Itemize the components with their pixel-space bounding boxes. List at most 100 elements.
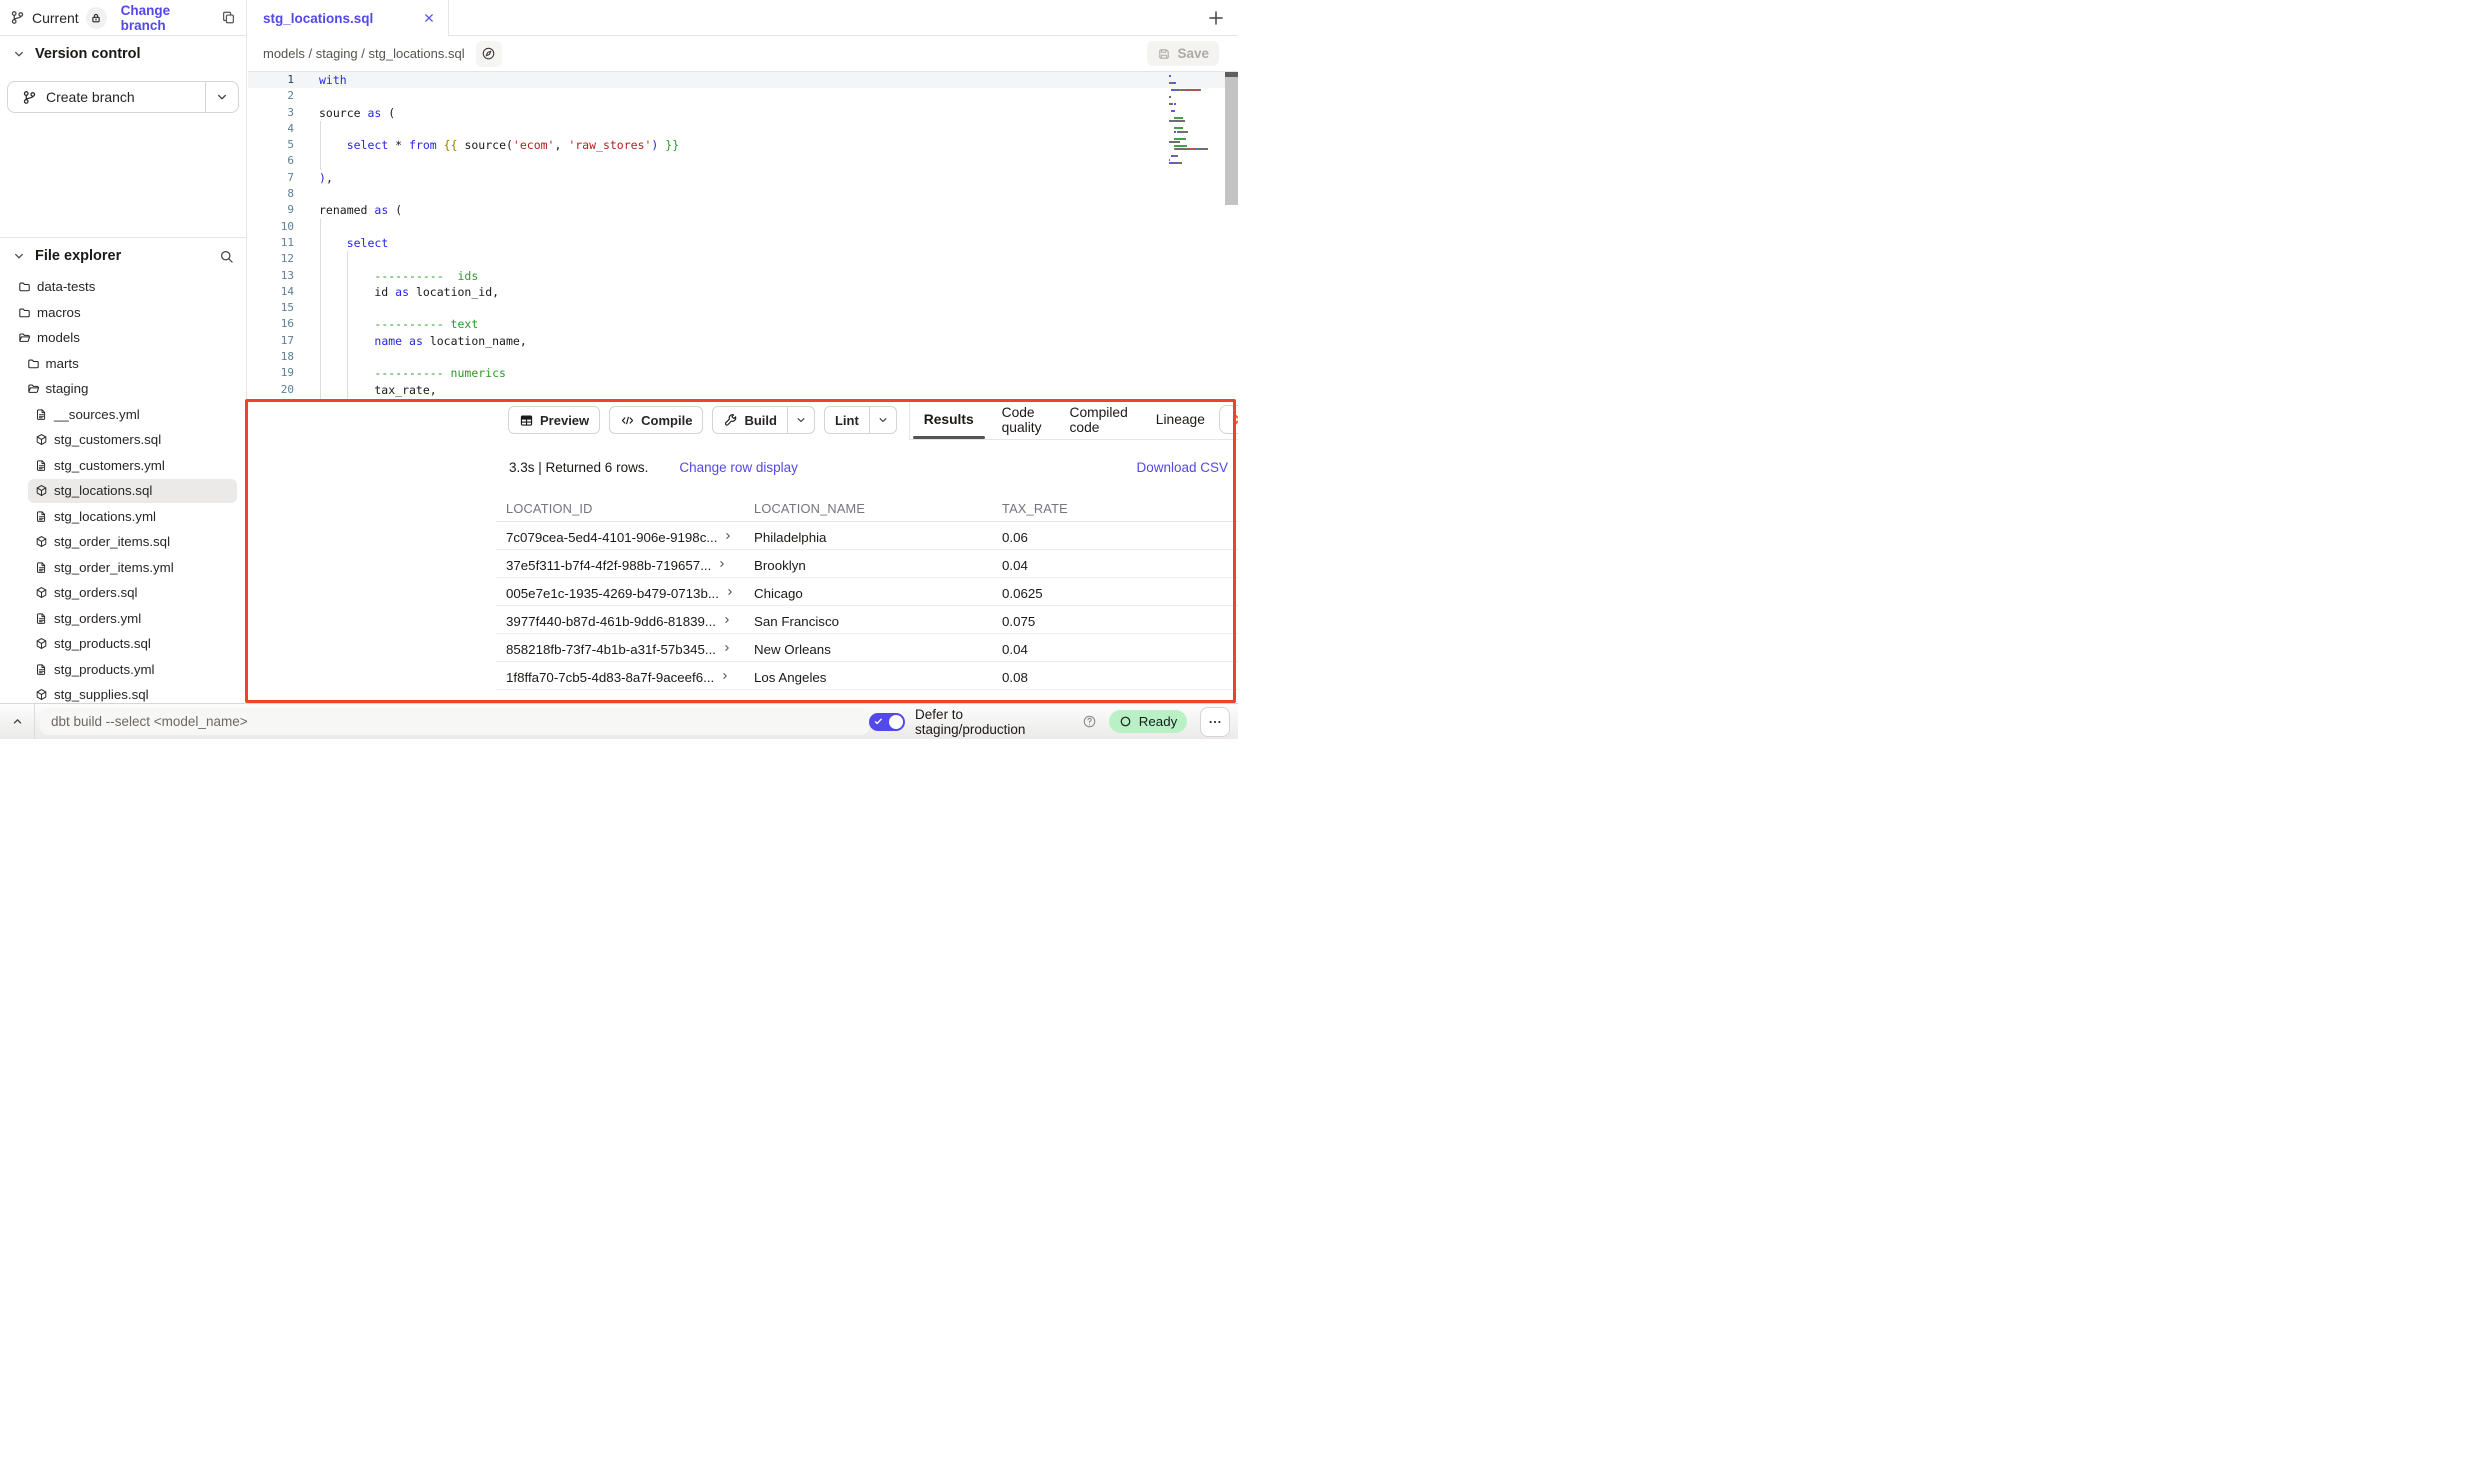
change-branch-link[interactable]: Change branch (121, 3, 214, 33)
expand-chevron-icon[interactable] (717, 559, 727, 569)
file-item-label: marts (46, 356, 79, 371)
code-line-16: ---------- text (319, 316, 679, 332)
file-item-stg-orders-yml[interactable]: stg_orders.yml (0, 606, 246, 632)
cell-location-id: 7c079cea-5ed4-4101-906e-9198c... (506, 530, 717, 545)
code-line-12 (319, 251, 679, 267)
indent-guide (320, 219, 321, 401)
search-icon[interactable] (219, 249, 234, 264)
file-item-stg-products-yml[interactable]: stg_products.yml (0, 657, 246, 683)
file-item-models[interactable]: models (0, 325, 246, 351)
cube-icon (35, 586, 48, 599)
preview-button[interactable]: Preview (508, 406, 600, 434)
file-explorer-header[interactable]: File explorer (0, 238, 246, 274)
lint-button[interactable]: Lint (824, 406, 897, 434)
file-explorer-section: File explorer data-testsmacrosmodels mart… (0, 237, 246, 708)
tab-results[interactable]: Results (910, 400, 988, 439)
file-item-macros[interactable]: macros (0, 300, 246, 326)
code-line-6 (319, 153, 679, 169)
tab-lineage[interactable]: Lineage (1142, 400, 1219, 439)
version-control-header[interactable]: Version control (0, 36, 246, 72)
code-line-11: select (319, 235, 679, 251)
results-table: LOCATION_IDLOCATION_NAMETAX_RATEOPENED_D… (496, 495, 1238, 690)
file-item-stg-locations-yml[interactable]: stg_locations.yml (0, 504, 246, 530)
file-item-stg-products-sql[interactable]: stg_products.sql (0, 631, 246, 657)
ready-status-badge[interactable]: Ready (1109, 710, 1187, 733)
cell-tax-rate: 0.075 (1002, 614, 1238, 629)
defer-toggle[interactable] (869, 713, 905, 731)
expand-chevron-icon[interactable] (722, 615, 732, 625)
code-minimap[interactable] (1169, 74, 1225, 165)
button-label: Preview (540, 413, 589, 428)
button-label: Compile (641, 413, 692, 428)
new-tab-button[interactable] (1207, 9, 1225, 27)
close-icon[interactable] (422, 11, 436, 25)
doc-icon (35, 510, 48, 523)
collapse-panel-button[interactable] (0, 715, 34, 728)
lint-dropdown[interactable] (869, 407, 896, 433)
build-dropdown[interactable] (787, 407, 814, 433)
cube-icon (35, 637, 48, 650)
editor-scrollbar[interactable] (1225, 72, 1238, 205)
cell-location-name: New Orleans (754, 642, 1002, 657)
tab-stg-locations-sql[interactable]: stg_locations.sql (248, 0, 449, 36)
scrollbar-thumb[interactable] (1225, 72, 1238, 77)
more-options-button[interactable] (1200, 707, 1230, 737)
code-line-1: with (319, 72, 679, 88)
defer-label: Defer to staging/production (915, 707, 1076, 737)
file-item-stg-customers-sql[interactable]: stg_customers.sql (0, 427, 246, 453)
file-item-stg-order-items-yml[interactable]: stg_order_items.yml (0, 555, 246, 581)
column-header-tax_rate: TAX_RATE (1002, 501, 1238, 516)
create-branch-button[interactable]: Create branch (7, 81, 239, 113)
file-item-stg-orders-sql[interactable]: stg_orders.sql (0, 580, 246, 606)
help-icon[interactable] (1082, 714, 1097, 729)
download-csv-link[interactable]: Download CSV (1136, 460, 1228, 475)
expand-chevron-icon[interactable] (725, 587, 735, 597)
cube-icon (35, 535, 48, 548)
change-row-display-link[interactable]: Change row display (679, 460, 798, 475)
expand-chevron-icon[interactable] (723, 531, 733, 541)
code-line-10 (319, 219, 679, 235)
compile-button[interactable]: Compile (609, 406, 703, 434)
button-label: Build (744, 413, 777, 428)
file-item-label: stg_customers.sql (54, 432, 161, 447)
file-item-stg-order-items-sql[interactable]: stg_order_items.sql (0, 529, 246, 555)
statusbar-divider (34, 704, 35, 739)
panel-toolbar: Preview Compile Build Lint ResultsCode qual… (496, 400, 1238, 440)
file-item-marts[interactable]: marts (0, 351, 246, 377)
expand-chevron-icon[interactable] (722, 643, 732, 653)
file-item-staging[interactable]: staging (0, 376, 246, 402)
tab-compiled-code[interactable]: Compiled code (1056, 400, 1142, 439)
code-content: withsource as ( select * from {{ source(… (319, 72, 679, 398)
code-line-3: source as ( (319, 105, 679, 121)
indent-guide (347, 251, 348, 401)
code-line-18 (319, 349, 679, 365)
code-line-20: tax_rate, (319, 382, 679, 398)
cell-tax-rate: 0.04 (1002, 558, 1238, 573)
table-row: 1f8ffa70-7cb5-4d83-8a7f-9aceef6...Los An… (496, 662, 1238, 690)
expand-chevron-icon[interactable] (720, 671, 730, 681)
tab-code-quality[interactable]: Code quality (988, 400, 1056, 439)
build-button[interactable]: Build (712, 406, 815, 434)
copy-icon[interactable] (221, 10, 236, 25)
file-item--sources-yml[interactable]: __sources.yml (0, 402, 246, 428)
file-item-stg-locations-sql[interactable]: stg_locations.sql (0, 478, 246, 504)
navigate-button[interactable] (476, 41, 502, 67)
chevron-down-icon (215, 90, 229, 104)
file-item-stg-customers-yml[interactable]: stg_customers.yml (0, 453, 246, 479)
cell-location-name: Los Angeles (754, 670, 1002, 685)
code-line-15 (319, 300, 679, 316)
folder-icon (18, 306, 31, 319)
cell-tax-rate: 0.08 (1002, 670, 1238, 685)
save-icon (1157, 47, 1171, 61)
code-editor[interactable]: 1234567891011121314151617181920 withsour… (248, 72, 1238, 401)
version-control-title: Version control (35, 46, 141, 62)
version-control-section: Version control Create branch (0, 36, 246, 237)
create-branch-dropdown[interactable] (205, 82, 238, 112)
query-status-text: 3.3s | Returned 6 rows. (509, 460, 648, 475)
file-item-data-tests[interactable]: data-tests (0, 274, 246, 300)
command-input[interactable]: dbt build --select <model_name> (40, 708, 869, 735)
file-item-label: stg_products.sql (54, 636, 151, 651)
dbt-copilot-button[interactable]: dbt Copilot (1219, 405, 1238, 434)
file-tree: data-testsmacrosmodels marts staging__sour… (0, 274, 246, 708)
save-button[interactable]: Save (1147, 41, 1219, 66)
